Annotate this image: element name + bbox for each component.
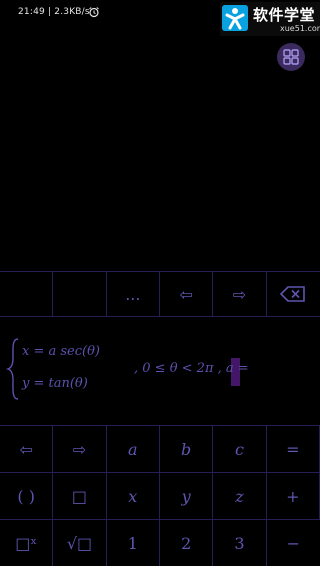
key-z[interactable]: z	[213, 473, 267, 520]
key-move-left[interactable]: ⇦	[0, 426, 54, 473]
more-key[interactable]: ...	[107, 272, 160, 316]
menu-button[interactable]	[277, 43, 305, 71]
key-y[interactable]: y	[159, 473, 214, 520]
key-placeholder-box[interactable]: □	[53, 473, 107, 520]
watermark-title: 软件学堂	[253, 6, 316, 24]
key-2[interactable]: 2	[160, 520, 214, 566]
alarm-clock-icon	[89, 7, 99, 18]
key-x[interactable]: x	[106, 473, 160, 520]
backspace-icon	[280, 286, 306, 302]
status-text: 21:49 | 2.3KB/s	[18, 7, 90, 17]
key-minus[interactable]: −	[267, 520, 320, 566]
key-parentheses[interactable]: ( )	[0, 473, 54, 520]
arrow-right-key[interactable]: ⇨	[213, 272, 267, 316]
key-a[interactable]: a	[106, 426, 160, 473]
key-1[interactable]: 1	[107, 520, 160, 566]
backspace-key[interactable]	[267, 272, 320, 316]
logo-mark-icon	[222, 5, 248, 31]
key-sqrt[interactable]: √□	[53, 520, 107, 566]
arrow-left-key[interactable]: ⇦	[160, 272, 214, 316]
key-move-right[interactable]: ⇨	[53, 426, 107, 473]
blank-key-1[interactable]	[0, 272, 54, 316]
key-power[interactable]: □ˣ	[0, 520, 54, 566]
expression-editor[interactable]: x = a sec(θ) y = tan(θ) , 0 ≤ θ < 2π , a…	[0, 318, 320, 424]
expression-condition: , 0 ≤ θ < 2π , a =	[134, 361, 249, 376]
key-b[interactable]: b	[159, 426, 214, 473]
edit-toolbar: ... ⇦ ⇨	[0, 271, 320, 317]
expression-line-2: y = tan(θ)	[22, 376, 88, 391]
left-brace-icon	[6, 338, 19, 400]
watermark-logo: 软件学堂 xue51.com	[220, 2, 320, 36]
math-keypad: ⇦ ⇨ a b c = ( ) □ x y z + □ˣ √□ 1 2 3 −	[0, 425, 320, 566]
key-c[interactable]: c	[213, 426, 267, 473]
grid-menu-icon	[283, 49, 299, 65]
key-plus[interactable]: +	[266, 473, 320, 520]
watermark-url: xue51.com	[280, 24, 320, 33]
key-3[interactable]: 3	[213, 520, 267, 566]
expression-line-1: x = a sec(θ)	[22, 344, 100, 359]
blank-key-2[interactable]	[53, 272, 107, 316]
key-equals[interactable]: =	[266, 426, 320, 473]
